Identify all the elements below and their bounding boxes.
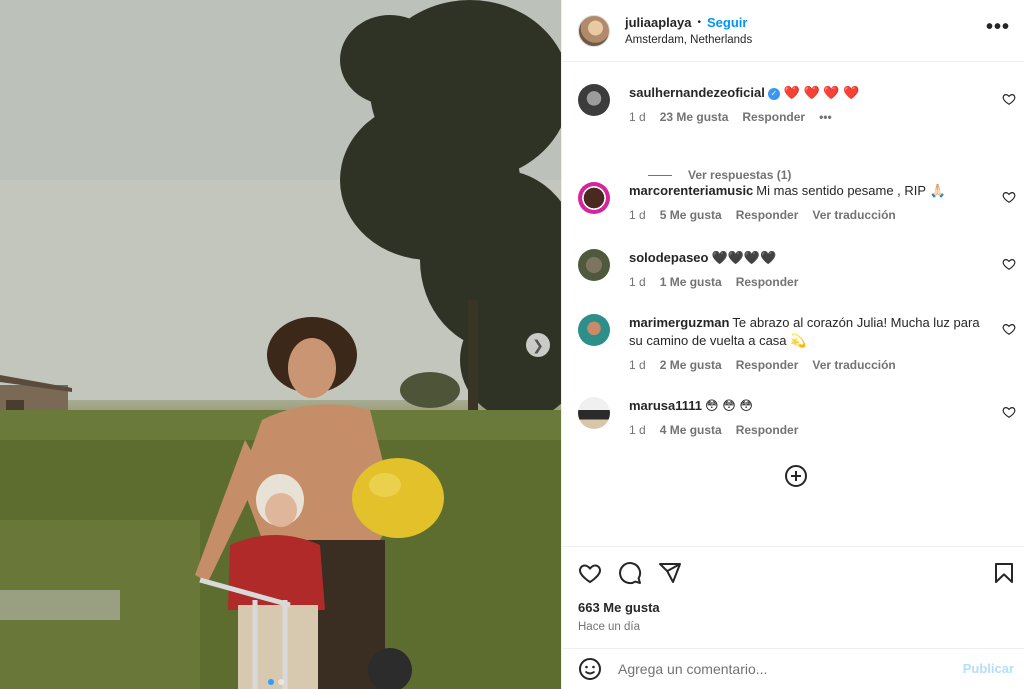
comment-age[interactable]: 1 d [629,206,646,224]
comment-text: 🖤🖤🖤🖤 [711,250,777,265]
comment-like-heart-icon[interactable] [1002,190,1016,204]
comment-text: 😳 😳 😳 [705,398,753,413]
view-replies-button[interactable]: Ver respuestas (1) [648,168,791,182]
comment-like-heart-icon[interactable] [1002,257,1016,271]
avatar[interactable] [578,314,610,346]
comment-icon[interactable] [618,561,642,585]
comment-likes[interactable]: 5 Me gusta [660,206,722,224]
comment-username[interactable]: marusa1111 [629,398,702,413]
carousel-dot-1 [268,679,274,685]
publish-button[interactable]: Publicar [963,661,1014,676]
comment-username[interactable]: marcorenteriamusic [629,183,753,198]
bookmark-icon[interactable] [992,561,1016,585]
comment-username[interactable]: saulhernandezeoficial [629,85,765,100]
post-header: juliaaplaya • Seguir Amsterdam, Netherla… [562,0,1024,62]
next-photo-button[interactable]: ❯ [526,333,550,357]
comment-age[interactable]: 1 d [629,108,646,126]
send-icon[interactable] [658,561,682,585]
likes-count[interactable]: 663 Me gusta [578,600,660,615]
follow-button[interactable]: Seguir [707,15,747,30]
avatar[interactable] [578,14,610,47]
translate-button[interactable]: Ver traducción [812,356,895,374]
reply-button[interactable]: Responder [736,273,799,291]
comment-likes[interactable]: 23 Me gusta [660,108,729,126]
carousel-dot-2 [278,679,284,685]
emoji-icon[interactable] [578,657,602,681]
photo-illustration [0,0,561,689]
post-location[interactable]: Amsterdam, Netherlands [625,34,752,46]
post-author-username[interactable]: juliaaplaya [625,15,691,30]
reply-button[interactable]: Responder [736,421,799,439]
replies-divider [648,174,672,176]
post-photo: ❯ [0,0,561,689]
avatar[interactable] [578,249,610,281]
comment-text: Mi mas sentido pesame , RIP 🙏🏻 [756,183,946,198]
comment-age[interactable]: 1 d [629,273,646,291]
reply-button[interactable]: Responder [736,206,799,224]
post-actions-bar [562,546,1024,596]
comment-input[interactable] [618,661,938,677]
load-more-comments-icon[interactable] [784,464,808,488]
post-details-panel: juliaaplaya • Seguir Amsterdam, Netherla… [561,0,1024,689]
comment-username[interactable]: solodepaseo [629,250,708,265]
more-options-icon[interactable]: ••• [986,16,1010,39]
comment-likes[interactable]: 4 Me gusta [660,421,722,439]
heart-icon[interactable] [578,561,602,585]
avatar[interactable] [578,84,610,116]
comment-like-heart-icon[interactable] [1002,405,1016,419]
comment-like-heart-icon[interactable] [1002,92,1016,106]
chevron-right-icon: ❯ [532,336,544,353]
view-replies-label: Ver respuestas (1) [688,168,792,182]
reply-button[interactable]: Responder [742,108,805,126]
verified-badge-icon: ✓ [767,87,780,100]
translate-button[interactable]: Ver traducción [812,206,895,224]
carousel-dots [268,679,284,685]
comment-username[interactable]: marimerguzman [629,315,729,330]
comment-composer: Publicar [562,648,1024,689]
avatar[interactable] [578,397,610,429]
comments-list: saulhernandezeoficial ✓ ❤️ ❤️ ❤️ ❤️ 1 d 23… [562,62,1024,546]
reply-button[interactable]: Responder [736,356,799,374]
comment-likes[interactable]: 2 Me gusta [660,356,722,374]
comment-text: ❤️ ❤️ ❤️ ❤️ [783,85,860,100]
comment-likes[interactable]: 1 Me gusta [660,273,722,291]
comment-age[interactable]: 1 d [629,421,646,439]
comment-like-heart-icon[interactable] [1002,322,1016,336]
separator-dot: • [697,17,701,28]
comment-age[interactable]: 1 d [629,356,646,374]
comment-more-icon[interactable]: ••• [819,108,832,126]
avatar[interactable] [578,182,610,214]
post-date: Hace un día [578,621,641,633]
